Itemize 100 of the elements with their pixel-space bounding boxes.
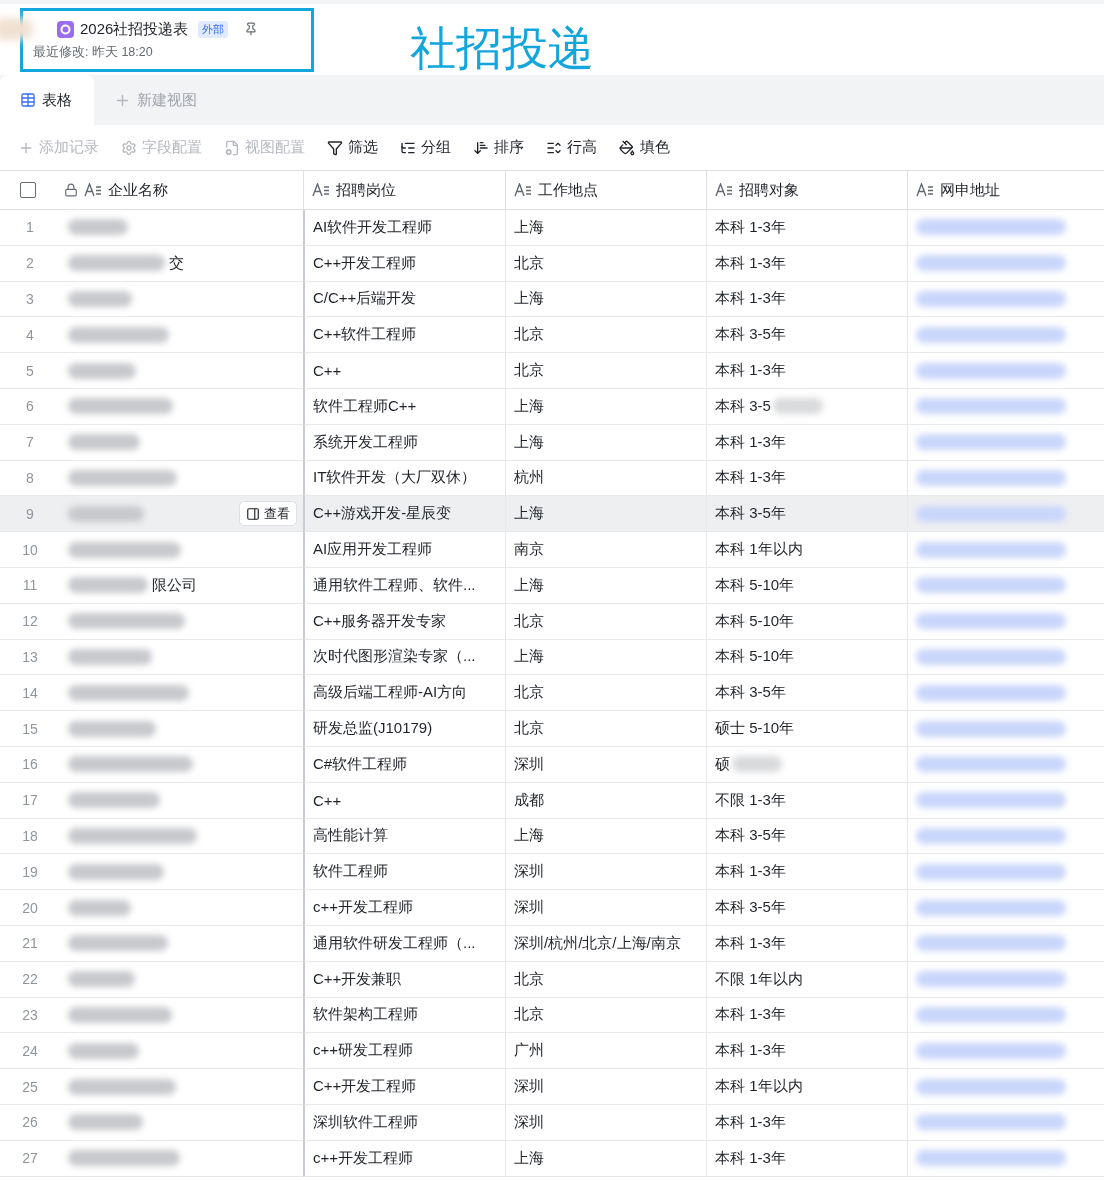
table-cell: 上海 bbox=[514, 1148, 544, 1168]
table-cell: 限公司 bbox=[152, 575, 197, 595]
table-cell: 研发总监(J10179) bbox=[313, 719, 433, 739]
toolbar-button[interactable]: 填色 bbox=[619, 138, 670, 157]
table-cell: 本科 3-5年 bbox=[715, 325, 786, 345]
table-cell: C++游戏开发-星辰变 bbox=[313, 504, 452, 524]
column-header[interactable]: 招聘对象 bbox=[739, 180, 799, 200]
table-cell: 本科 1-3年 bbox=[715, 933, 786, 953]
column-header[interactable]: 招聘岗位 bbox=[336, 180, 396, 200]
row-number: 23 bbox=[21, 1006, 39, 1023]
table-cell: 深圳 bbox=[514, 898, 544, 918]
table-cell: C++ bbox=[313, 362, 342, 380]
table-cell: 本科 1-3年 bbox=[715, 1148, 786, 1168]
table-cell: 北京 bbox=[514, 253, 544, 273]
sort-icon bbox=[473, 139, 489, 156]
table-cell: 本科 1-3年 bbox=[715, 468, 786, 488]
row-number: 1 bbox=[25, 219, 35, 236]
view-button[interactable]: 查看 bbox=[239, 501, 297, 527]
table-cell: 北京 bbox=[514, 611, 544, 631]
row-number: 13 bbox=[21, 648, 39, 665]
row-number: 14 bbox=[21, 684, 39, 701]
table-cell: 本科 3-5年 bbox=[715, 898, 786, 918]
table-cell: 上海 bbox=[514, 432, 544, 452]
row-number: 27 bbox=[21, 1150, 39, 1167]
panel-icon bbox=[246, 506, 260, 521]
table-cell: 广州 bbox=[514, 1041, 544, 1061]
table-cell: 本科 1-3年 bbox=[715, 217, 786, 237]
gear-icon bbox=[121, 139, 137, 156]
row-number: 10 bbox=[21, 541, 39, 558]
table-cell: 次时代图形渲染专家（... bbox=[313, 647, 476, 667]
row-number: 18 bbox=[21, 827, 39, 844]
row-number: 4 bbox=[25, 326, 35, 343]
table-cell: 上海 bbox=[514, 575, 544, 595]
table-cell: 北京 bbox=[514, 325, 544, 345]
table-cell: 本科 3-5年 bbox=[715, 826, 786, 846]
pin-icon[interactable] bbox=[244, 22, 259, 36]
table-cell: 北京 bbox=[514, 361, 544, 381]
toolbar-button[interactable]: 排序 bbox=[473, 138, 524, 157]
table-cell: C/C++后端开发 bbox=[313, 289, 417, 309]
table-cell: 交 bbox=[169, 253, 184, 273]
table-cell: 本科 1-3年 bbox=[715, 862, 786, 882]
table-cell: 上海 bbox=[514, 826, 544, 846]
row-number: 3 bbox=[25, 291, 35, 307]
table-cell: 上海 bbox=[514, 647, 544, 667]
table-cell: 本科 1-3年 bbox=[715, 361, 786, 381]
form-settings-icon bbox=[224, 139, 240, 156]
text-field-icon bbox=[514, 183, 532, 197]
row-number: 21 bbox=[21, 935, 39, 952]
text-field-icon bbox=[715, 183, 733, 197]
table-cell: 杭州 bbox=[514, 468, 544, 488]
row-number: 19 bbox=[21, 863, 39, 880]
table-cell: 南京 bbox=[514, 540, 544, 560]
row-number: 2 bbox=[25, 255, 35, 272]
table-cell: 深圳 bbox=[514, 1077, 544, 1096]
column-header[interactable]: 网申地址 bbox=[940, 180, 1000, 200]
table-cell: 北京 bbox=[514, 969, 544, 989]
table-cell: C++开发工程师 bbox=[313, 1077, 417, 1096]
checkbox[interactable] bbox=[20, 182, 36, 198]
table-cell: c++开发工程师 bbox=[313, 1148, 414, 1168]
table-cell: 通用软件研发工程师（... bbox=[313, 933, 476, 953]
table-cell: C++开发工程师 bbox=[313, 253, 417, 273]
table-cell: 不限 1-3年 bbox=[715, 790, 786, 810]
document-title: 2026社招投递表 bbox=[80, 19, 189, 39]
table-cell: 本科 3-5 bbox=[715, 396, 771, 416]
column-header[interactable]: 企业名称 bbox=[108, 180, 168, 200]
annotation-text: 社招投递 bbox=[410, 20, 594, 76]
table-cell: IT软件开发（大厂双休） bbox=[313, 468, 477, 488]
table-cell: 本科 1-3年 bbox=[715, 1005, 786, 1025]
toolbar-button[interactable]: 分组 bbox=[400, 138, 451, 157]
row-number: 11 bbox=[21, 577, 39, 594]
row-number: 17 bbox=[21, 792, 39, 809]
text-field-icon bbox=[916, 183, 934, 197]
row-number: 26 bbox=[21, 1114, 39, 1131]
table-cell: 硕 bbox=[715, 754, 730, 774]
table-cell: 本科 1-3年 bbox=[715, 1112, 786, 1132]
table-cell: 上海 bbox=[514, 217, 544, 237]
row-number: 24 bbox=[21, 1042, 39, 1059]
table-cell: 上海 bbox=[514, 504, 544, 524]
table-cell: C#软件工程师 bbox=[313, 754, 408, 774]
row-number: 6 bbox=[25, 398, 35, 415]
view-tab[interactable]: 表格 bbox=[0, 75, 94, 125]
row-number: 12 bbox=[21, 613, 39, 630]
table-cell: AI应用开发工程师 bbox=[313, 540, 433, 560]
lock-icon bbox=[64, 183, 78, 197]
toolbar-button[interactable]: 筛选 bbox=[327, 138, 378, 157]
row-number: 8 bbox=[25, 469, 35, 486]
row-number: 16 bbox=[21, 756, 39, 773]
table-cell: 深圳软件工程师 bbox=[313, 1112, 418, 1132]
table-cell: 软件工程师 bbox=[313, 862, 388, 882]
table-cell: 北京 bbox=[514, 683, 544, 703]
base-app-icon bbox=[57, 20, 74, 38]
table-cell: 本科 1-3年 bbox=[715, 253, 786, 273]
table-cell: 深圳 bbox=[514, 754, 544, 774]
toolbar-button[interactable]: 行高 bbox=[546, 138, 597, 157]
row-number: 22 bbox=[21, 971, 39, 988]
table-cell: c++开发工程师 bbox=[313, 898, 414, 918]
row-number: 15 bbox=[21, 720, 39, 737]
column-header[interactable]: 工作地点 bbox=[538, 180, 598, 200]
table-cell: C++软件工程师 bbox=[313, 325, 417, 345]
external-tag: 外部 bbox=[198, 20, 229, 38]
